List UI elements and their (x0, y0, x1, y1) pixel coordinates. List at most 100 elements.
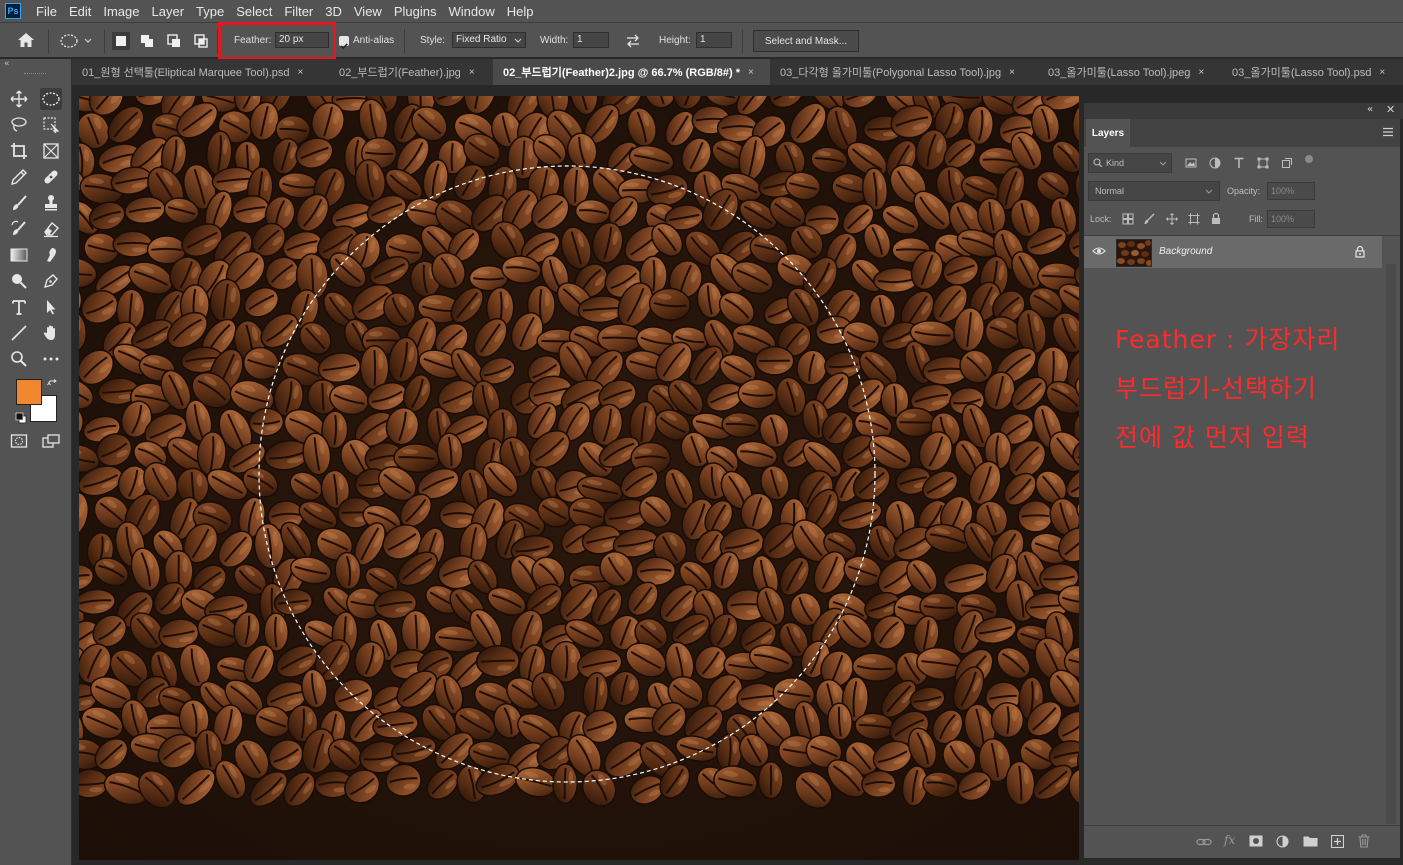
layer-name[interactable]: Background (1159, 246, 1212, 257)
menu-select[interactable]: Select (230, 4, 278, 19)
filter-kind-dropdown[interactable]: Kind (1088, 153, 1172, 173)
subtract-from-selection-icon[interactable] (167, 34, 180, 47)
tab-feather[interactable]: 02_부드럽기(Feather).jpg × (329, 59, 491, 85)
type-tool[interactable] (8, 296, 30, 318)
dodge-tool[interactable] (8, 270, 30, 292)
tab-elliptical-marquee[interactable]: 01_원형 선택툴(Eliptical Marquee Tool).psd × (72, 59, 327, 85)
collapse-toolbar-icon[interactable]: « (4, 59, 18, 69)
hand-tool[interactable] (40, 322, 62, 344)
menu-edit[interactable]: Edit (63, 4, 97, 19)
move-tool[interactable] (8, 88, 30, 110)
opacity-label: Opacity: (1227, 186, 1261, 196)
menu-type[interactable]: Type (190, 4, 230, 19)
zoom-tool[interactable] (8, 348, 30, 370)
fx-icon[interactable]: fx (1224, 833, 1235, 847)
healing-brush-tool[interactable] (40, 166, 62, 188)
tab-feather2-active[interactable]: 02_부드럽기(Feather)2.jpg @ 66.7% (RGB/8#) *… (493, 59, 770, 85)
smudge-tool[interactable] (40, 244, 62, 266)
lock-transparent-pixels-icon[interactable] (1122, 213, 1134, 225)
style-dropdown[interactable]: Fixed Ratio (452, 32, 526, 48)
eye-visibility-icon[interactable] (1092, 246, 1106, 256)
pixel-layer-filter-icon[interactable] (1185, 157, 1197, 169)
add-mask-icon[interactable] (1249, 835, 1263, 847)
document-canvas[interactable] (79, 96, 1079, 860)
close-icon[interactable]: × (1198, 67, 1204, 78)
close-icon[interactable]: × (748, 67, 754, 78)
more-tools[interactable] (40, 348, 62, 370)
gradient-tool[interactable] (8, 244, 30, 266)
new-layer-icon[interactable] (1331, 835, 1344, 848)
menu-window[interactable]: Window (442, 4, 500, 19)
menu-file[interactable]: File (30, 4, 63, 19)
coffee-bean (635, 556, 677, 586)
frame-tool[interactable] (40, 140, 62, 162)
quick-mask-button[interactable] (8, 430, 30, 452)
tab-layers[interactable]: Layers (1086, 119, 1130, 147)
trash-icon[interactable] (1358, 834, 1370, 848)
tab-lasso-jpeg[interactable]: 03_올가미툴(Lasso Tool).jpeg × (1038, 59, 1222, 85)
elliptical-marquee-tool[interactable] (40, 88, 62, 110)
history-brush-tool[interactable] (8, 218, 30, 240)
close-icon[interactable]: × (298, 67, 304, 78)
layer-row-background[interactable]: Background (1084, 236, 1382, 268)
menu-3d[interactable]: 3D (319, 4, 348, 19)
layers-scrollbar[interactable] (1386, 264, 1396, 824)
panel-menu-icon[interactable] (1382, 127, 1394, 137)
object-selection-tool[interactable] (40, 114, 62, 136)
menu-layer[interactable]: Layer (146, 4, 191, 19)
fill-input[interactable]: 100% (1267, 210, 1315, 228)
adjustment-layer-icon[interactable] (1276, 835, 1289, 848)
path-selection-tool[interactable] (40, 296, 62, 318)
clone-stamp-tool[interactable] (40, 192, 62, 214)
tab-lasso-psd[interactable]: 03_올가미툴(Lasso Tool).psd × (1222, 59, 1403, 85)
close-icon[interactable]: × (469, 67, 475, 78)
crop-tool[interactable] (8, 140, 30, 162)
collapse-panel-icon[interactable]: « (1367, 104, 1373, 115)
line-tool[interactable] (8, 322, 30, 344)
menu-filter[interactable]: Filter (278, 4, 319, 19)
menu-help[interactable]: Help (501, 4, 540, 19)
lock-all-icon[interactable] (1211, 212, 1221, 225)
select-and-mask-button[interactable]: Select and Mask... (753, 30, 859, 52)
smart-object-filter-icon[interactable] (1281, 157, 1293, 169)
close-panel-icon[interactable]: ✕ (1386, 103, 1395, 116)
foreground-color-swatch[interactable] (16, 379, 42, 405)
tab-polygonal-lasso[interactable]: 03_다각형 올가미툴(Polygonal Lasso Tool).jpg × (770, 59, 1038, 85)
antialias-checkbox[interactable] (339, 36, 349, 50)
swap-width-height-button[interactable] (624, 32, 642, 50)
brush-tool[interactable] (8, 192, 30, 214)
close-icon[interactable]: × (1379, 67, 1385, 78)
new-group-icon[interactable] (1303, 835, 1318, 847)
eyedropper-tool[interactable] (8, 166, 30, 188)
type-layer-filter-icon[interactable] (1233, 157, 1245, 169)
default-colors-button[interactable] (15, 409, 27, 424)
layers-tab-bar: Layers (1084, 119, 1400, 147)
add-to-selection-icon[interactable] (141, 35, 153, 47)
tool-preset-picker[interactable] (58, 32, 98, 50)
close-icon[interactable]: × (1009, 67, 1015, 78)
lasso-tool[interactable] (8, 114, 30, 136)
menu-image[interactable]: Image (97, 4, 145, 19)
height-input[interactable]: 1 (696, 32, 732, 48)
shape-layer-filter-icon[interactable] (1257, 157, 1269, 169)
coffee-beans-image[interactable] (79, 96, 1079, 860)
width-input[interactable]: 1 (573, 32, 609, 48)
menu-plugins[interactable]: Plugins (388, 4, 443, 19)
home-button[interactable] (16, 31, 38, 51)
eraser-tool[interactable] (40, 218, 62, 240)
lock-position-icon[interactable] (1166, 213, 1178, 225)
screen-mode-button[interactable] (40, 430, 62, 452)
blend-mode-dropdown[interactable]: Normal (1088, 181, 1220, 201)
filter-toggle-icon[interactable] (1305, 155, 1313, 163)
menu-view[interactable]: View (348, 4, 388, 19)
new-selection-icon[interactable] (112, 32, 130, 50)
adjustment-layer-filter-icon[interactable] (1209, 157, 1221, 169)
pen-tool[interactable] (40, 270, 62, 292)
swap-colors-button[interactable] (47, 376, 59, 388)
lock-image-pixels-icon[interactable] (1143, 213, 1155, 225)
intersect-selection-icon[interactable] (194, 34, 208, 48)
coffee-bean (990, 701, 1025, 739)
opacity-input[interactable]: 100% (1267, 182, 1315, 200)
lock-artboard-icon[interactable] (1188, 213, 1200, 225)
link-layers-icon[interactable] (1196, 836, 1212, 848)
